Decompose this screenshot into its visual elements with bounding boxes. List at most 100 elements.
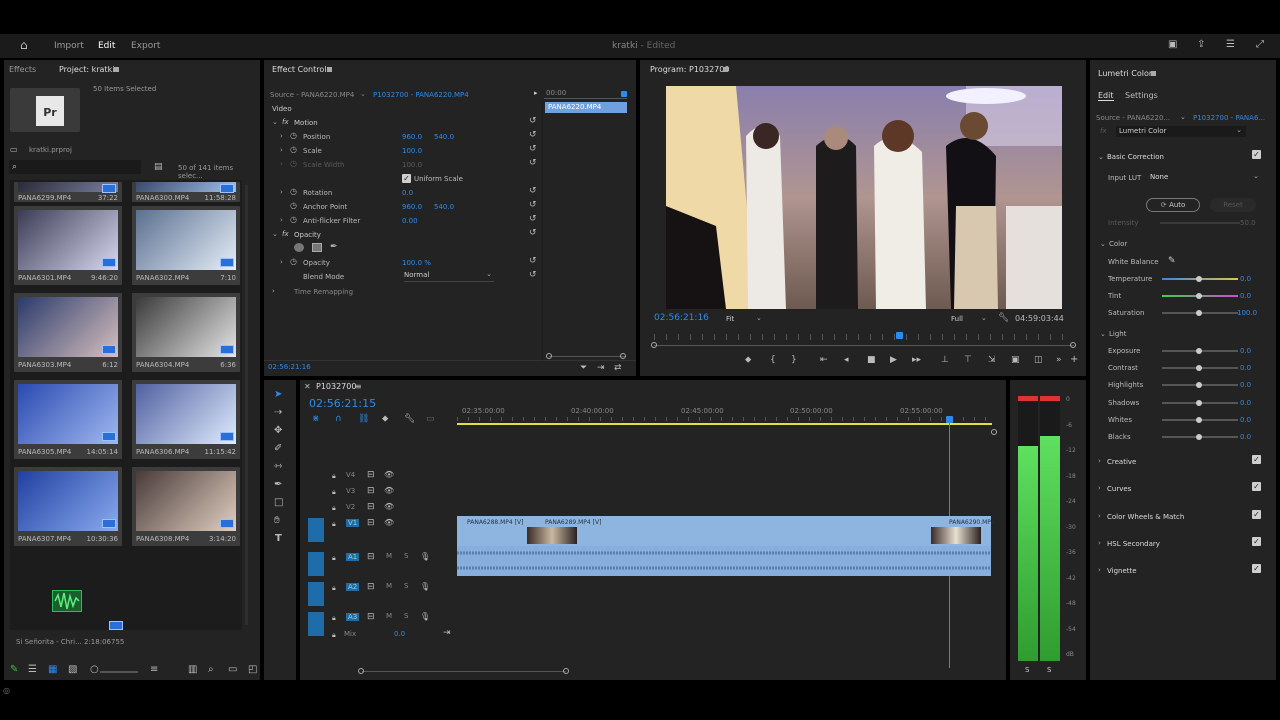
track-label[interactable]: A1 (346, 553, 360, 561)
whites-value[interactable]: 0.0 (1240, 416, 1251, 424)
sequence-tab[interactable]: P1032700 (316, 382, 356, 391)
lift-icon[interactable]: ⊥ (941, 355, 949, 365)
solo-left-button[interactable]: S (1025, 666, 1029, 674)
anchor-x-value[interactable]: 960.0 (402, 203, 422, 211)
menu-import[interactable]: Import (54, 41, 84, 51)
reset-icon[interactable]: ↺ (529, 270, 537, 280)
expand-arrow-icon[interactable]: ⌄ (272, 230, 278, 238)
reset-icon[interactable]: ↺ (529, 116, 537, 126)
project-thumbnail-item[interactable]: PANA6305.MP4 14:05:14 (14, 380, 122, 459)
reset-icon[interactable]: ↺ (529, 130, 537, 140)
expand-arrow-icon[interactable]: › (272, 287, 275, 295)
rectangle-tool-icon[interactable]: □ (274, 498, 283, 508)
linked-selection-icon[interactable]: ⛓︎ (358, 414, 369, 424)
list-view-icon[interactable]: ☰ (28, 665, 37, 675)
time-ruler[interactable]: 02:35:00:00 02:40:00:00 02:45:00:00 02:5… (457, 404, 992, 426)
play-icon[interactable]: ▶ (890, 355, 897, 365)
captions-icon[interactable]: ▭ (426, 414, 435, 424)
toggle-sync-icon[interactable]: ⊟ (367, 486, 375, 496)
expand-arrow-icon[interactable]: › (1098, 484, 1101, 492)
lock-icon[interactable]: 🔒︎ (332, 503, 336, 513)
tab-menu-icon[interactable] (723, 67, 728, 72)
expand-arrow-icon[interactable]: › (280, 160, 283, 168)
expand-arrow-icon[interactable]: › (1098, 539, 1101, 547)
zoom-slider[interactable] (100, 671, 138, 673)
nest-icon[interactable]: ⋇ (312, 414, 320, 424)
blacks-slider[interactable] (1162, 434, 1238, 440)
icon-view-icon[interactable]: ▦ (48, 665, 57, 675)
zoom-circle-icon[interactable]: ○ (90, 665, 99, 675)
slider-knob[interactable] (1196, 417, 1202, 423)
anti-flicker-value[interactable]: 0.00 (402, 217, 418, 225)
mix-jump-icon[interactable]: ⇥ (443, 628, 451, 638)
bin-icon[interactable]: ▤ (154, 162, 163, 172)
step-forward-icon[interactable]: ▸▸ (912, 355, 921, 365)
vignette-section[interactable]: Vignette (1107, 567, 1137, 575)
solo-right-button[interactable]: S (1047, 666, 1051, 674)
whites-slider[interactable] (1162, 417, 1238, 423)
temperature-slider[interactable] (1162, 276, 1238, 282)
anchor-y-value[interactable]: 540.0 (434, 203, 454, 211)
export-icon[interactable]: ⇥ (597, 363, 605, 373)
mini-clip-bar[interactable]: PANA6220.MP4 (545, 102, 627, 113)
automate-icon[interactable]: ▥ (188, 665, 197, 675)
tab-settings[interactable]: Settings (1125, 91, 1158, 100)
expand-arrow-icon[interactable]: ⌄ (1100, 240, 1106, 248)
eye-icon[interactable]: 👁︎ (384, 470, 394, 480)
solo-button[interactable]: S (404, 582, 408, 590)
basic-correction-label[interactable]: Basic Correction (1107, 153, 1164, 161)
expand-arrow-icon[interactable]: › (1098, 457, 1101, 465)
slider-knob[interactable] (1196, 348, 1202, 354)
color-wheels-checkbox[interactable]: ✓ (1252, 510, 1261, 519)
tab-effects[interactable]: Effects (9, 65, 36, 74)
stopwatch-icon[interactable]: ◷ (290, 257, 297, 266)
expand-arrow-icon[interactable]: › (1098, 512, 1101, 520)
sequence-clip-label[interactable]: P1032700 - PANA6220.MP4 (373, 91, 469, 99)
shadows-value[interactable]: 0.0 (1240, 399, 1251, 407)
project-thumbnail-item[interactable]: PANA6308.MP4 3:14:20 (132, 467, 240, 546)
find-icon[interactable]: ⌕ (208, 665, 214, 675)
contrast-value[interactable]: 0.0 (1240, 364, 1251, 372)
expand-arrow-icon[interactable]: ⌄ (1100, 330, 1106, 338)
audio-clip-icon[interactable] (52, 590, 82, 612)
project-thumbnail-item[interactable]: PANA6299.MP4 37:22 (14, 182, 122, 202)
new-item-icon[interactable]: ◰ (248, 665, 257, 675)
add-marker-icon[interactable]: ⬥ (745, 355, 751, 365)
eye-icon[interactable]: 👁︎ (384, 502, 394, 512)
slider-knob[interactable] (1196, 276, 1202, 282)
type-tool-icon[interactable]: T (275, 534, 282, 544)
project-thumbnail-item[interactable]: PANA6304.MP4 6:36 (132, 293, 240, 372)
slider-knob[interactable] (1196, 365, 1202, 371)
scroll-handle-right[interactable] (563, 668, 569, 674)
lock-icon[interactable]: 🔒︎ (332, 487, 336, 497)
pen-tool-icon[interactable]: ✒ (274, 480, 282, 490)
zoom-scrollbar[interactable] (549, 356, 625, 357)
stopwatch-icon[interactable]: ◷ (290, 215, 297, 224)
slider-knob[interactable] (1196, 310, 1202, 316)
timeline-timecode[interactable]: 02:56:21:15 (309, 397, 376, 410)
slider-knob[interactable] (1196, 293, 1202, 299)
stopwatch-icon[interactable]: ◷ (290, 201, 297, 210)
scroll-handle-right[interactable] (620, 353, 626, 359)
project-thumbnail-item[interactable]: PANA6301.MP4 9:46:20 (14, 206, 122, 285)
expand-arrow-icon[interactable]: ⌄ (1098, 153, 1104, 161)
lumetri-source[interactable]: Source - PANA6220... (1096, 114, 1170, 122)
effect-select[interactable]: Lumetri Color ⌄ (1116, 126, 1246, 137)
toggle-sync-icon[interactable]: ⊟ (367, 502, 375, 512)
color-wheels-section[interactable]: Color Wheels & Match (1107, 513, 1184, 521)
toggle-icon[interactable]: ⇄ (614, 363, 622, 373)
tab-menu-icon[interactable] (327, 67, 332, 72)
toggle-sync-icon[interactable]: ⊟ (367, 612, 375, 622)
shadows-slider[interactable] (1162, 400, 1238, 406)
scroll-handle-left[interactable] (651, 342, 657, 348)
opacity-value[interactable]: 100.0 % (402, 259, 431, 267)
quality-select[interactable]: Full ⌄ (951, 314, 991, 324)
rotation-value[interactable]: 0.0 (402, 189, 413, 197)
track-label[interactable]: A3 (346, 613, 360, 621)
hamburger-menu-icon[interactable]: ☰ (1226, 40, 1235, 50)
stopwatch-icon[interactable]: ◷ (290, 131, 297, 140)
blend-mode-select[interactable]: Normal ⌄ (404, 270, 494, 282)
lock-icon[interactable]: 🔒︎ (332, 583, 336, 593)
insert-icon[interactable]: ⇲ (988, 355, 996, 365)
audio-clip[interactable] (457, 546, 991, 576)
